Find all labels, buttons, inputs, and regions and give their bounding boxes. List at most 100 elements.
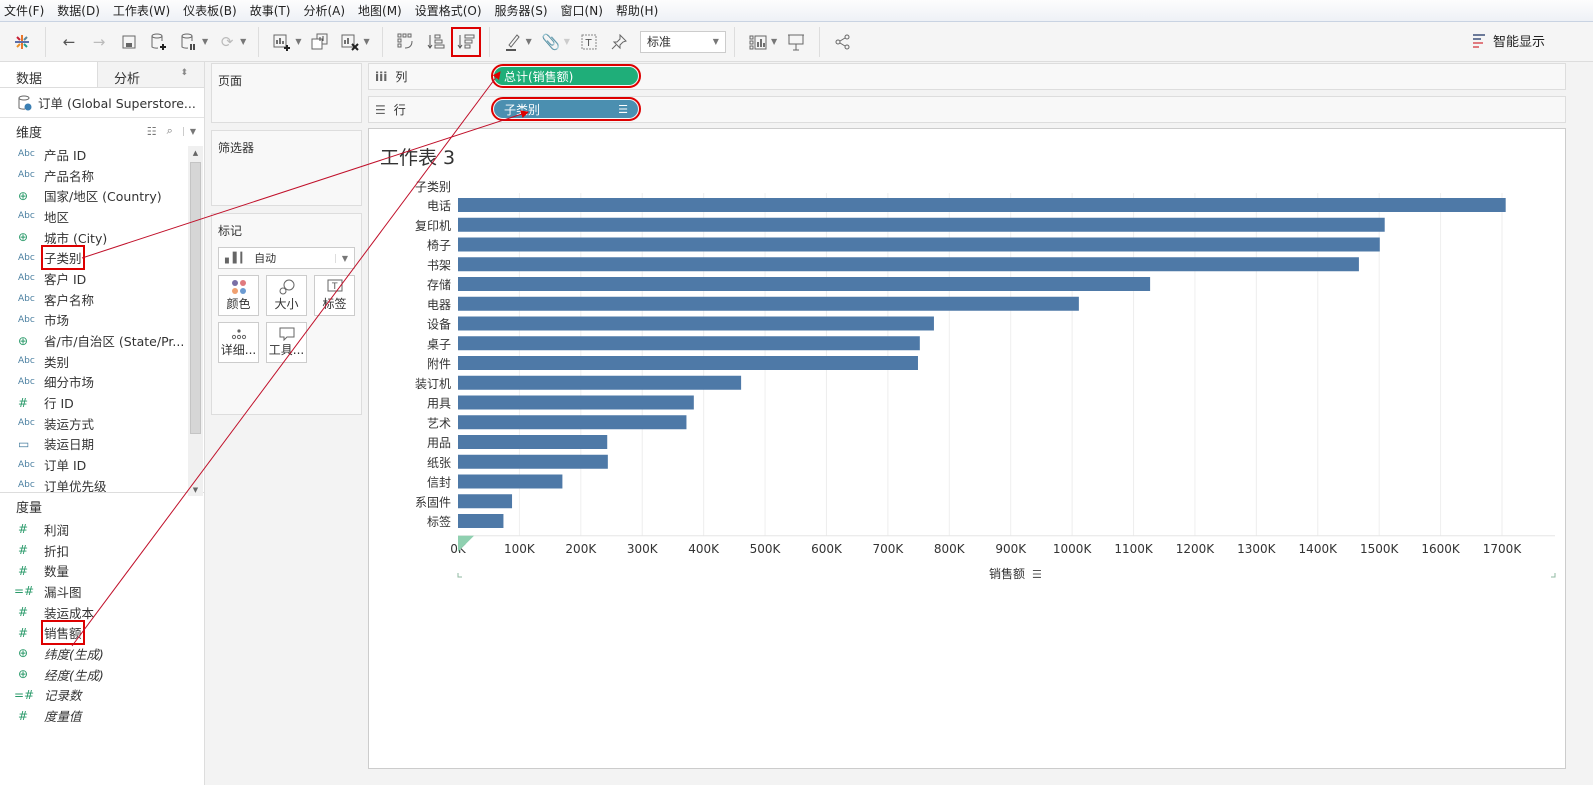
- field-item[interactable]: Abc 产品 ID: [0, 144, 204, 165]
- field-name: 地区: [44, 209, 70, 225]
- mark-type-value: 自动: [254, 252, 277, 265]
- field-item[interactable]: ▭ 装运日期: [0, 434, 204, 455]
- field-item[interactable]: ⊕ 国家/地区 (Country): [0, 185, 204, 206]
- field-item[interactable]: ⊕ 纬度(生成): [0, 643, 204, 664]
- search-icon[interactable]: ⌕: [167, 124, 173, 138]
- show-me-button[interactable]: 智能显示: [1472, 31, 1545, 50]
- menu-item[interactable]: 故事(T): [250, 2, 291, 19]
- highlight-icon[interactable]: [501, 30, 525, 54]
- chevron-down-icon[interactable]: ▼: [363, 37, 369, 46]
- swap-icon[interactable]: [394, 30, 418, 54]
- field-item[interactable]: # 销售额: [0, 620, 204, 646]
- field-item[interactable]: ⊕ 经度(生成): [0, 664, 204, 685]
- field-item[interactable]: Abc 类别: [0, 351, 204, 372]
- mark-type-select[interactable]: ▖▌▎ 自动 ▼: [218, 247, 355, 269]
- tab-data[interactable]: 数据: [0, 62, 97, 87]
- field-item[interactable]: # 利润: [0, 519, 204, 540]
- sort-indicator-icon[interactable]: ☰: [618, 103, 628, 116]
- size-button[interactable]: 大小: [266, 275, 307, 316]
- field-item[interactable]: ⊕ 城市 (City): [0, 227, 204, 248]
- calculated-measure-icon: =#: [14, 584, 35, 599]
- color-button[interactable]: 颜色: [218, 275, 259, 316]
- chevron-down-icon: ▼: [334, 253, 348, 263]
- menu-item[interactable]: 帮助(H): [616, 2, 658, 19]
- menu-chevron-icon[interactable]: ▼: [182, 126, 196, 136]
- chart-type-icon[interactable]: [746, 30, 770, 54]
- chevron-down-icon[interactable]: ▼: [240, 37, 246, 46]
- columns-pill-sum-sales[interactable]: 总计(销售额): [491, 64, 641, 88]
- chevron-down-icon[interactable]: ▼: [771, 37, 777, 46]
- clear-sheet-icon[interactable]: [338, 30, 362, 54]
- pin-icon[interactable]: [607, 30, 631, 54]
- tab-analysis[interactable]: 分析 ⬍: [97, 62, 204, 87]
- string-type-icon: Abc: [18, 376, 35, 387]
- dimensions-scrollbar[interactable]: ▲ ▼: [188, 146, 203, 496]
- pause-datasource-icon[interactable]: [177, 30, 201, 54]
- chevron-down-icon[interactable]: ▼: [526, 37, 532, 46]
- menu-item[interactable]: 设置格式(O): [415, 2, 482, 19]
- string-type-icon: Abc: [18, 480, 35, 491]
- field-name: 产品名称: [44, 168, 95, 184]
- fit-select[interactable]: 标准 ▼: [639, 30, 726, 53]
- field-item[interactable]: Abc 客户名称: [0, 289, 204, 310]
- duplicate-sheet-icon[interactable]: [308, 30, 332, 54]
- sort-ascending-icon[interactable]: [424, 30, 448, 54]
- field-item[interactable]: Abc 细分市场: [0, 372, 204, 393]
- new-datasource-icon[interactable]: [147, 30, 171, 54]
- field-item[interactable]: =# 记录数: [0, 685, 204, 706]
- show-labels-icon[interactable]: T: [577, 30, 601, 54]
- field-item[interactable]: Abc 子类别: [0, 245, 204, 271]
- field-item[interactable]: Abc 订单优先级: [0, 475, 204, 492]
- menu-item[interactable]: 地图(M): [358, 2, 402, 19]
- field-item[interactable]: Abc 产品名称: [0, 165, 204, 186]
- view-list-icon[interactable]: ☷: [147, 125, 157, 138]
- presentation-icon[interactable]: [784, 30, 808, 54]
- field-item[interactable]: Abc 装运方式: [0, 413, 204, 434]
- field-item[interactable]: Abc 市场: [0, 310, 204, 331]
- scroll-up-icon[interactable]: ▲: [188, 146, 203, 157]
- field-item[interactable]: Abc 订单 ID: [0, 454, 204, 475]
- menu-item[interactable]: 仪表板(B): [183, 2, 237, 19]
- rows-pill-subcategory[interactable]: 子类别 ☰: [491, 97, 641, 121]
- chevron-down-icon[interactable]: ▼: [295, 37, 301, 46]
- field-item[interactable]: # 装运成本: [0, 602, 204, 623]
- scrollbar-thumb[interactable]: [190, 162, 201, 434]
- field-item[interactable]: =# 漏斗图: [0, 581, 204, 602]
- menu-item[interactable]: 数据(D): [57, 2, 100, 19]
- sort-descending-icon[interactable]: [450, 26, 481, 57]
- tooltip-button[interactable]: 工具...: [266, 322, 307, 363]
- save-icon[interactable]: [117, 30, 141, 54]
- refresh-icon[interactable]: ⟳: [215, 30, 239, 54]
- menu-item[interactable]: 工作表(W): [113, 2, 170, 19]
- detail-button[interactable]: 详细...: [218, 322, 259, 363]
- new-worksheet-icon[interactable]: [270, 30, 294, 54]
- menu-item[interactable]: 服务器(S): [495, 2, 548, 19]
- field-item[interactable]: Abc 地区: [0, 206, 204, 227]
- filters-card[interactable]: 筛选器: [211, 130, 362, 206]
- group-icon[interactable]: 📎: [539, 30, 563, 54]
- label-button[interactable]: T 标签: [314, 275, 355, 316]
- number-type-icon: #: [18, 395, 29, 410]
- field-item[interactable]: # 数量: [0, 560, 204, 581]
- field-item[interactable]: # 度量值: [0, 705, 204, 726]
- menu-item[interactable]: 文件(F): [4, 2, 44, 19]
- menu-bar: 文件(F) 数据(D) 工作表(W) 仪表板(B) 故事(T) 分析(A) 地图(M) 设置格…: [0, 0, 1593, 22]
- undo-icon[interactable]: ←: [57, 30, 81, 54]
- size-label: 大小: [274, 297, 299, 311]
- field-item[interactable]: # 折扣: [0, 540, 204, 561]
- detail-icon: [231, 329, 246, 340]
- tableau-logo-icon[interactable]: [10, 30, 34, 54]
- menu-item[interactable]: 窗口(N): [561, 2, 603, 19]
- chevron-down-icon[interactable]: ▼: [202, 37, 208, 46]
- redo-icon[interactable]: →: [87, 30, 111, 54]
- filters-card-title: 筛选器: [218, 141, 255, 155]
- field-item[interactable]: Abc 客户 ID: [0, 268, 204, 289]
- menu-item[interactable]: 分析(A): [303, 2, 345, 19]
- pages-card[interactable]: 页面: [211, 63, 362, 123]
- share-icon[interactable]: [831, 30, 855, 54]
- field-item[interactable]: # 行 ID: [0, 392, 204, 413]
- datasource-item[interactable]: 订单 (Global Superstore...: [0, 88, 204, 118]
- field-item[interactable]: ⊕ 省/市/自治区 (State/Pr...: [0, 330, 204, 351]
- scroll-down-icon[interactable]: ▼: [188, 486, 203, 494]
- chevron-down-icon[interactable]: ▼: [564, 37, 570, 46]
